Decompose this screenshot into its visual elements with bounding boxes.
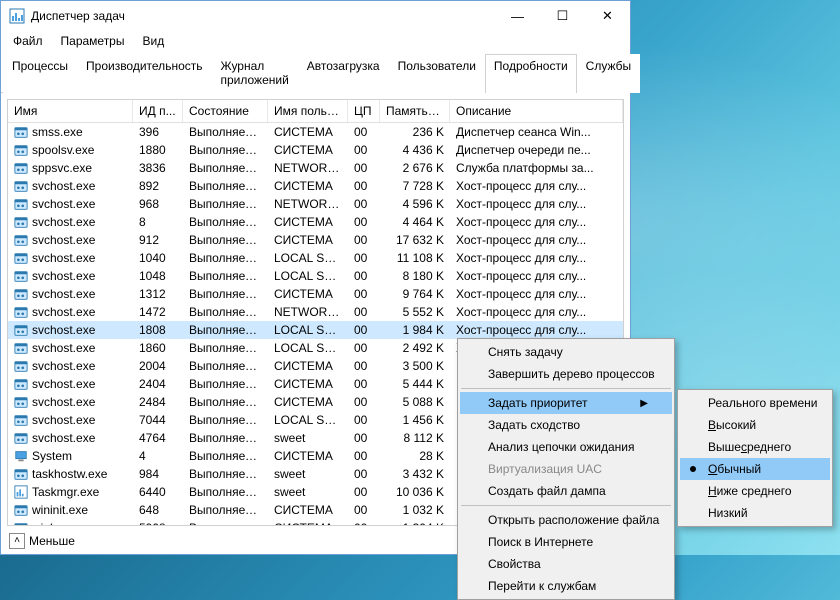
maximize-button[interactable]: ☐ (540, 1, 585, 31)
priority-above-normal[interactable]: Выше среднего (680, 436, 830, 458)
fewer-details-button[interactable]: ˄ Меньше (9, 533, 75, 549)
table-row[interactable]: svchost.exe1808ВыполняетсяLOCAL SE...001… (8, 321, 623, 339)
tab-3[interactable]: Автозагрузка (298, 54, 389, 93)
ctx-properties[interactable]: Свойства (460, 553, 672, 575)
tab-6[interactable]: Службы (577, 54, 640, 93)
table-row[interactable]: smss.exe396ВыполняетсяСИСТЕМА00236 KДисп… (8, 123, 623, 141)
fewer-label: Меньше (29, 534, 75, 548)
priority-realtime[interactable]: Реального времени (680, 392, 830, 414)
tabs: ПроцессыПроизводительностьЖурнал приложе… (1, 53, 630, 93)
process-icon (14, 467, 28, 481)
process-icon (14, 449, 28, 463)
tab-0[interactable]: Процессы (3, 54, 77, 93)
process-icon (14, 215, 28, 229)
grid-header[interactable]: Имя ИД п... Состояние Имя польз... ЦП Па… (8, 100, 623, 123)
col-pid-header[interactable]: ИД п... (133, 100, 183, 122)
col-cpu-header[interactable]: ЦП (348, 100, 380, 122)
priority-below-normal[interactable]: Ниже среднего (680, 480, 830, 502)
process-icon (14, 395, 28, 409)
col-mem-header[interactable]: Память (ч... (380, 100, 450, 122)
app-icon (9, 8, 25, 24)
process-icon (14, 233, 28, 247)
process-icon (14, 125, 28, 139)
window-controls: — ☐ ✕ (495, 1, 630, 31)
process-icon (14, 431, 28, 445)
menu-file[interactable]: Файл (5, 32, 51, 50)
ctx-sep (461, 388, 671, 389)
table-row[interactable]: svchost.exe968ВыполняетсяNETWORK...004 5… (8, 195, 623, 213)
menu-options[interactable]: Параметры (53, 32, 133, 50)
ctx-sep (461, 505, 671, 506)
process-icon (14, 323, 28, 337)
process-icon (14, 161, 28, 175)
ctx-end-task[interactable]: Снять задачу (460, 341, 672, 363)
table-row[interactable]: svchost.exe8ВыполняетсяСИСТЕМА004 464 KХ… (8, 213, 623, 231)
ctx-create-dump[interactable]: Создать файл дампа (460, 480, 672, 502)
minimize-button[interactable]: — (495, 1, 540, 31)
process-icon (14, 485, 28, 499)
ctx-set-affinity[interactable]: Задать сходство (460, 414, 672, 436)
ctx-uac-virtualization: Виртуализация UAC (460, 458, 672, 480)
context-menu: Снять задачу Завершить дерево процессов … (457, 338, 675, 600)
table-row[interactable]: svchost.exe1312ВыполняетсяСИСТЕМА009 764… (8, 285, 623, 303)
titlebar[interactable]: Диспетчер задач — ☐ ✕ (1, 1, 630, 31)
process-icon (14, 179, 28, 193)
priority-high[interactable]: Высокий (680, 414, 830, 436)
close-button[interactable]: ✕ (585, 1, 630, 31)
tab-2[interactable]: Журнал приложений (212, 54, 298, 93)
process-icon (14, 287, 28, 301)
process-icon (14, 503, 28, 517)
table-row[interactable]: sppsvc.exe3836ВыполняетсяNETWORK...002 6… (8, 159, 623, 177)
process-icon (14, 521, 28, 525)
process-icon (14, 305, 28, 319)
table-row[interactable]: svchost.exe1472ВыполняетсяNETWORK...005 … (8, 303, 623, 321)
ctx-set-priority[interactable]: Задать приоритет ▶ (460, 392, 672, 414)
process-icon (14, 341, 28, 355)
chevron-up-icon: ˄ (9, 533, 25, 549)
table-row[interactable]: svchost.exe1048ВыполняетсяLOCAL SE...008… (8, 267, 623, 285)
table-row[interactable]: svchost.exe892ВыполняетсяСИСТЕМА007 728 … (8, 177, 623, 195)
ctx-search-online[interactable]: Поиск в Интернете (460, 531, 672, 553)
process-icon (14, 359, 28, 373)
process-icon (14, 197, 28, 211)
col-desc-header[interactable]: Описание (450, 100, 623, 122)
col-state-header[interactable]: Состояние (183, 100, 268, 122)
menubar: Файл Параметры Вид (1, 31, 630, 51)
ctx-open-location[interactable]: Открыть расположение файла (460, 509, 672, 531)
col-name-header[interactable]: Имя (8, 100, 133, 122)
priority-low[interactable]: Низкий (680, 502, 830, 524)
tab-1[interactable]: Производительность (77, 54, 211, 93)
tab-4[interactable]: Пользователи (389, 54, 485, 93)
priority-normal[interactable]: Обычный (680, 458, 830, 480)
priority-submenu: Реального времени Высокий Выше среднего … (677, 389, 833, 527)
process-icon (14, 413, 28, 427)
menu-view[interactable]: Вид (134, 32, 172, 50)
window-title: Диспетчер задач (31, 9, 495, 23)
table-row[interactable]: svchost.exe1040ВыполняетсяLOCAL SE...001… (8, 249, 623, 267)
col-user-header[interactable]: Имя польз... (268, 100, 348, 122)
process-icon (14, 269, 28, 283)
ctx-end-tree[interactable]: Завершить дерево процессов (460, 363, 672, 385)
dot-icon (690, 466, 696, 472)
ctx-goto-services[interactable]: Перейти к службам (460, 575, 672, 597)
process-icon (14, 377, 28, 391)
tab-5[interactable]: Подробности (485, 54, 577, 93)
table-row[interactable]: spoolsv.exe1880ВыполняетсяСИСТЕМА004 436… (8, 141, 623, 159)
process-icon (14, 251, 28, 265)
table-row[interactable]: svchost.exe912ВыполняетсяСИСТЕМА0017 632… (8, 231, 623, 249)
process-icon (14, 143, 28, 157)
chevron-right-icon: ▶ (620, 398, 648, 409)
ctx-wait-chain[interactable]: Анализ цепочки ожидания (460, 436, 672, 458)
ctx-set-priority-label: Задать приоритет (488, 396, 587, 410)
